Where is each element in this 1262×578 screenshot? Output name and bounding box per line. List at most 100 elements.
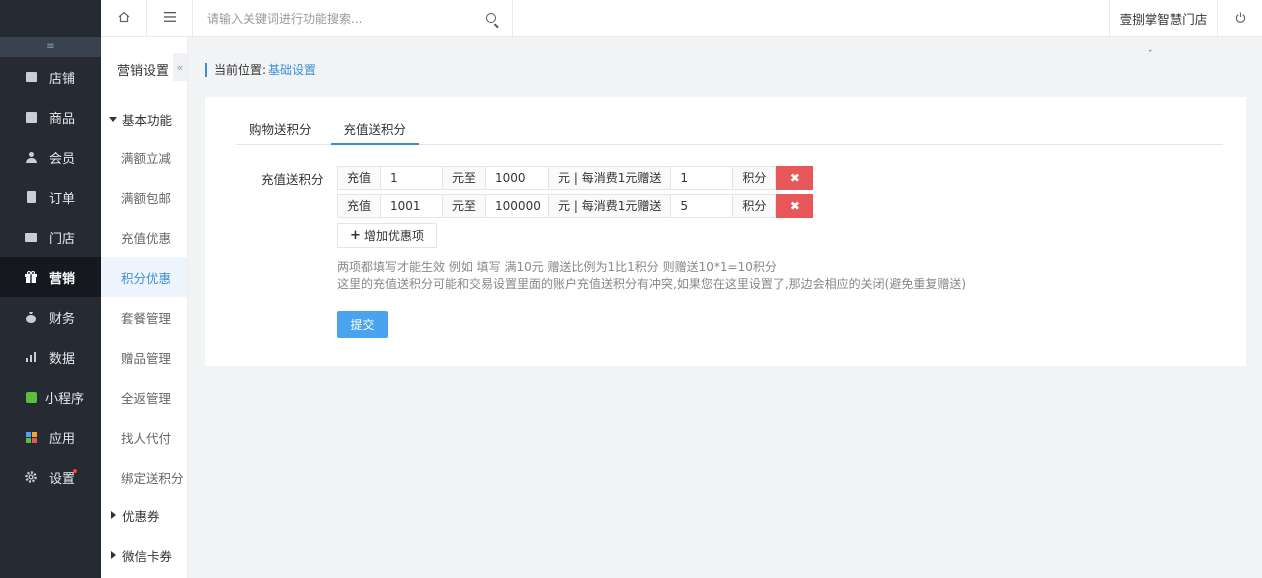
from-amount-input[interactable]: 1001: [380, 194, 444, 218]
subnav-item-full-return[interactable]: 全返管理: [101, 377, 187, 417]
close-icon: ✖: [789, 199, 800, 213]
to-label: 元至: [442, 194, 487, 218]
close-icon: ✖: [789, 171, 800, 185]
subnav-title-text: 营销设置: [117, 63, 170, 79]
subnav-item-full-reduction[interactable]: 满额立减: [101, 137, 187, 177]
add-rule-label: 增加优惠项: [363, 229, 424, 243]
delete-rule-button[interactable]: ✖: [776, 166, 814, 190]
member-icon: [24, 150, 38, 164]
subnav-item-recharge-offer[interactable]: 充值优惠: [101, 217, 187, 257]
caret-right-icon: [111, 551, 116, 559]
miniprogram-icon: [24, 390, 38, 404]
breadcrumb-current-link[interactable]: 基础设置: [268, 61, 316, 78]
sidebar-item-label: 数据: [49, 351, 76, 367]
sidebar-item-member[interactable]: 会员: [0, 137, 101, 177]
points-input[interactable]: 5: [670, 194, 734, 218]
delete-rule-button[interactable]: ✖: [776, 194, 814, 218]
sidebar-item-label: 商品: [49, 111, 76, 127]
tab-bar: 购物送积分 充值送积分: [236, 115, 1223, 145]
search-box: [193, 0, 513, 37]
recharge-label: 充值: [337, 166, 382, 190]
apps-icon: [24, 430, 38, 444]
chevron-down-icon[interactable]: ˇ: [1148, 50, 1153, 60]
subnav-group-label: 微信卡券: [122, 548, 173, 564]
subnav-item-pay-for-me[interactable]: 找人代付: [101, 417, 187, 457]
subnav-item-bind-points[interactable]: 绑定送积分: [101, 457, 187, 497]
add-rule-button[interactable]: + 增加优惠项: [337, 223, 437, 248]
subnav-item-gift[interactable]: 赠品管理: [101, 337, 187, 377]
sub-sidebar: 营销设置 « 基本功能 满额立减 满额包邮 充值优惠 积分优惠 套餐管理 赠品管…: [101, 0, 188, 578]
sidebar-item-label: 财务: [49, 311, 76, 327]
tab-shopping-points[interactable]: 购物送积分: [236, 115, 325, 145]
from-amount-input[interactable]: 1: [380, 166, 444, 190]
sidebar-item-shop[interactable]: 门店: [0, 217, 101, 257]
gear-icon: [24, 470, 38, 484]
sidebar-item-marketing[interactable]: 营销: [0, 257, 101, 297]
to-amount-input[interactable]: 1000: [485, 166, 550, 190]
points-unit-label: 积分: [732, 194, 777, 218]
tab-recharge-points[interactable]: 充值送积分: [330, 115, 420, 145]
sidebar-item-label: 设置: [49, 471, 76, 487]
sidebar-item-settings[interactable]: 设置: [0, 457, 101, 497]
points-unit-label: 积分: [732, 166, 777, 190]
subnav-item-points-offer[interactable]: 积分优惠: [101, 257, 187, 297]
breadcrumb-accent-bar: [205, 62, 207, 77]
menu-button[interactable]: [147, 0, 193, 37]
subnav-collapse-icon[interactable]: «: [173, 53, 187, 81]
money-bag-icon: [24, 310, 38, 324]
sidebar-item-label: 应用: [49, 431, 76, 447]
breadcrumb-prefix: 当前位置:: [214, 63, 267, 77]
subnav-group-basic[interactable]: 基本功能: [101, 101, 187, 137]
sidebar-item-label: 营销: [49, 271, 76, 287]
points-input[interactable]: 1: [670, 166, 734, 190]
breadcrumb: 当前位置: 基础设置: [205, 61, 316, 78]
search-input[interactable]: [207, 11, 477, 26]
order-icon: [24, 190, 38, 204]
submit-button[interactable]: 提交: [337, 311, 388, 338]
per-yuan-label: 元 | 每消费1元赠送: [548, 194, 672, 218]
subnav-group-coupon[interactable]: 优惠券: [101, 497, 187, 533]
sidebar-item-label: 小程序: [45, 391, 85, 407]
caret-down-icon: [109, 116, 117, 122]
shop-icon: [24, 230, 38, 244]
sidebar-item-data[interactable]: 数据: [0, 337, 101, 377]
to-amount-input[interactable]: 100000: [485, 194, 550, 218]
top-bar: 壹捌掌智慧门店: [101, 0, 1262, 37]
store-icon: [24, 70, 38, 84]
search-icon[interactable]: [486, 13, 496, 23]
logout-button[interactable]: [1217, 0, 1262, 37]
subnav-group-wechat-card[interactable]: 微信卡券: [101, 537, 187, 573]
subnav-title: 营销设置 «: [101, 37, 187, 101]
content-panel: 购物送积分 充值送积分 充值送积分 充值 1 元至 1000 元 | 每消费1元…: [205, 97, 1246, 366]
gift-icon: [24, 270, 38, 284]
main-sidebar: ≡ 店铺 商品 会员 订单 门店 营销 财务 数据 小程序 应用 设置: [0, 0, 101, 578]
home-icon: [118, 11, 130, 27]
subnav-group-label: 基本功能: [122, 112, 173, 128]
caret-right-icon: [111, 511, 116, 519]
subnav-item-free-shipping[interactable]: 满额包邮: [101, 177, 187, 217]
hamburger-icon: [163, 11, 176, 26]
sidebar-item-order[interactable]: 订单: [0, 177, 101, 217]
goods-icon: [24, 110, 38, 124]
sidebar-collapse-icon[interactable]: ≡: [0, 37, 101, 57]
sidebar-item-finance[interactable]: 财务: [0, 297, 101, 337]
sidebar-item-label: 门店: [49, 231, 76, 247]
subnav-item-package[interactable]: 套餐管理: [101, 297, 187, 337]
sidebar-item-label: 订单: [49, 191, 76, 207]
per-yuan-label: 元 | 每消费1元赠送: [548, 166, 672, 190]
to-label: 元至: [442, 166, 487, 190]
power-icon: [1235, 11, 1246, 26]
notification-dot: [73, 469, 77, 473]
home-button[interactable]: [101, 0, 147, 37]
hint-text-2: 这里的充值送积分可能和交易设置里面的账户充值送积分有冲突,如果您在这里设置了,那…: [337, 277, 966, 291]
recharge-label: 充值: [337, 194, 382, 218]
sidebar-item-store[interactable]: 店铺: [0, 57, 101, 97]
form-label: 充值送积分: [261, 172, 324, 187]
store-name[interactable]: 壹捌掌智慧门店: [1109, 0, 1217, 37]
sidebar-item-miniprogram[interactable]: 小程序: [0, 377, 101, 417]
subnav-group-label: 优惠券: [122, 508, 160, 524]
sidebar-item-goods[interactable]: 商品: [0, 97, 101, 137]
sidebar-item-apps[interactable]: 应用: [0, 417, 101, 457]
rule-row: 充值 1001 元至 100000 元 | 每消费1元赠送 5 积分 ✖: [337, 194, 814, 218]
chart-icon: [24, 350, 38, 364]
